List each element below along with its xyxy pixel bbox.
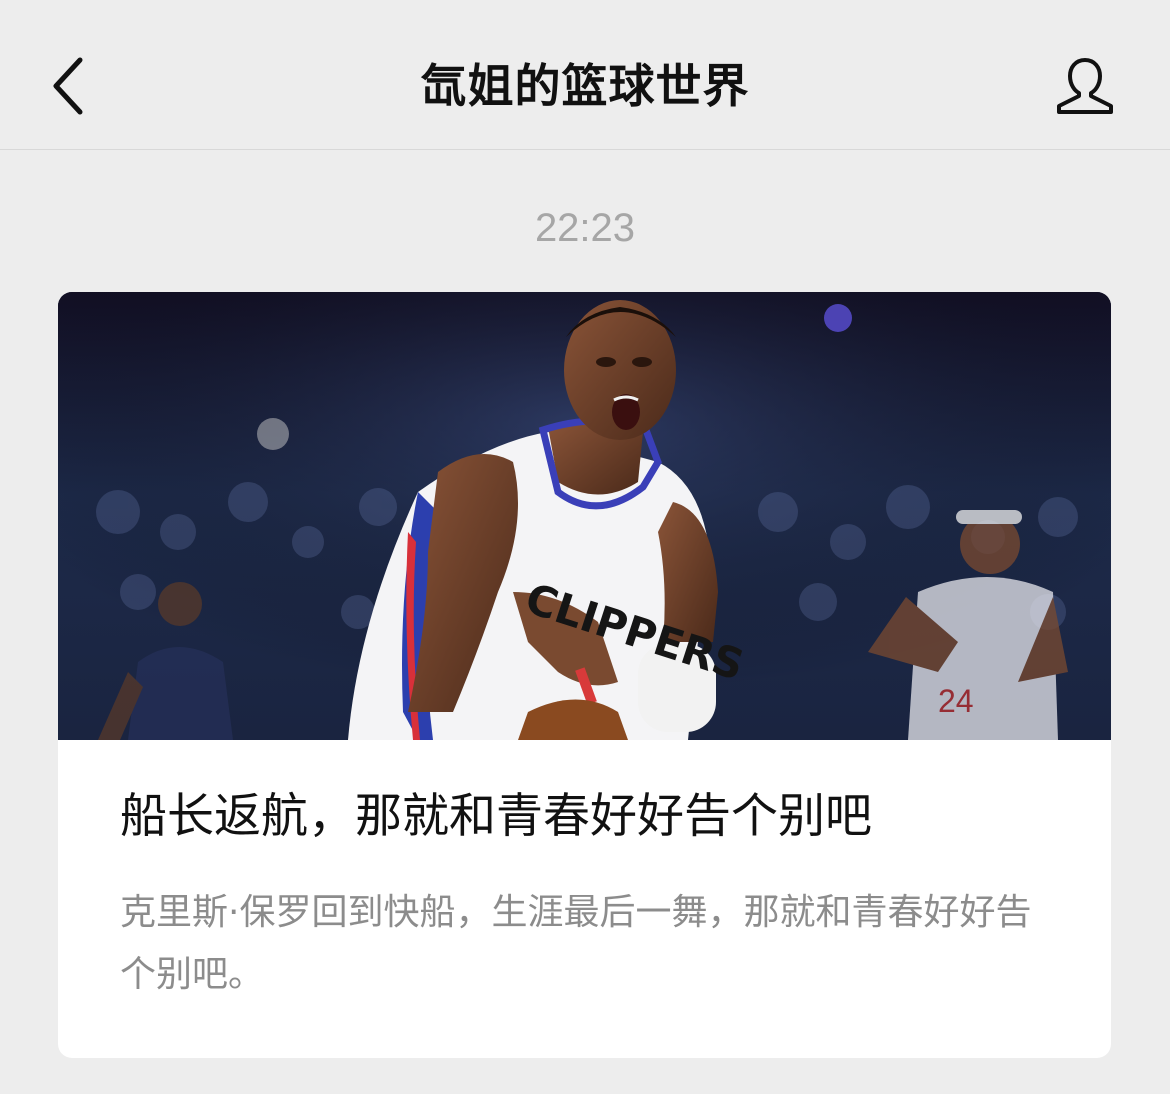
svg-text:24: 24 (938, 683, 974, 719)
article-title: 船长返航，那就和青春好好告个别吧 (120, 789, 872, 844)
person-icon (1057, 58, 1113, 114)
article-card[interactable]: 24 CLIPPERS 船长返航，那就和青春好好告个别吧 克里斯·保罗回到快船，… (58, 292, 1111, 1058)
page-title: 氙姐的篮球世界 (420, 59, 750, 113)
article-cover-image: 24 CLIPPERS (58, 292, 1111, 740)
profile-button[interactable] (1046, 50, 1124, 122)
back-button[interactable] (36, 44, 100, 128)
nav-bar: 氙姐的篮球世界 (0, 0, 1170, 150)
article-description: 克里斯·保罗回到快船，生涯最后一舞，那就和青春好好告个别吧。 (120, 892, 1032, 995)
chevron-left-icon (53, 57, 83, 115)
message-timestamp: 22:23 (534, 206, 636, 250)
